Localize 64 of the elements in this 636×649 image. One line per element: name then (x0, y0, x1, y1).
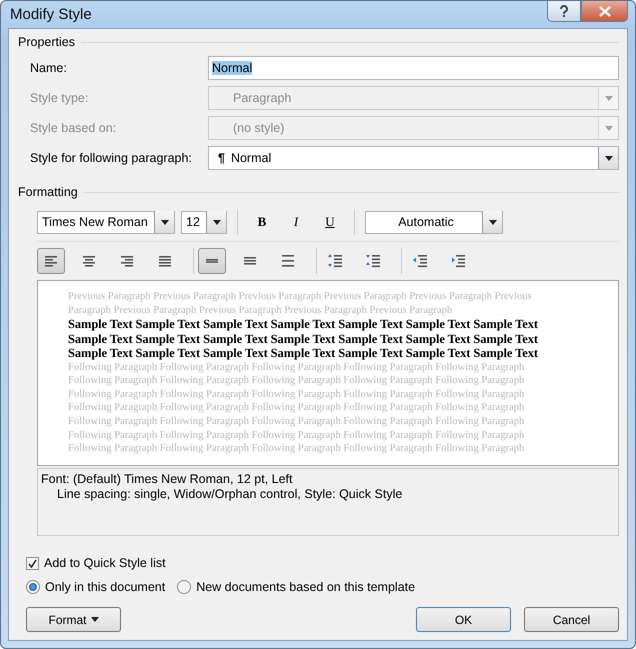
caret-icon (604, 96, 612, 100)
preview-text: Following Paragraph Following Paragraph Following Paragraph Following Paragraph Following Paragraph (68, 388, 526, 402)
close-button[interactable] (581, 1, 628, 22)
cancel-button[interactable]: Cancel (524, 607, 619, 632)
caret-icon (488, 220, 496, 224)
radio-button[interactable] (177, 580, 192, 594)
field-label: Style type: (30, 91, 90, 105)
radio-button[interactable] (26, 580, 40, 594)
double-icon (282, 255, 294, 267)
format-button[interactable]: Format (26, 607, 121, 632)
bold-button[interactable]: B (248, 209, 276, 235)
preview-text: Paragraph Previous Paragraph Previous Paragraph Previous Paragraph Previous Paragraph (68, 304, 454, 318)
single-icon (206, 259, 218, 263)
caret-icon (604, 156, 612, 160)
section-heading: Formatting (18, 185, 78, 199)
input-field[interactable]: Normal (208, 56, 619, 80)
justify-icon (158, 254, 172, 268)
preview-text: Following Paragraph Following Paragraph Following Paragraph Following Paragraph Following Paragraph (68, 428, 526, 442)
radio-label: New documents based on this template (196, 580, 416, 594)
description-text: Line spacing: single, Widow/Orphan control, Style: Quick Style (56, 487, 404, 502)
increase-indent-icon (451, 254, 465, 268)
close-icon (598, 6, 610, 16)
center-icon (82, 254, 96, 268)
right-icon (120, 254, 134, 268)
radio-label: Only in this document (45, 580, 166, 594)
preview-text: Sample Text Sample Text Sample Text Sample Text Sample Text Sample Text Sample Text (68, 346, 539, 361)
ok-button[interactable]: OK (416, 607, 511, 632)
caret-icon (90, 617, 98, 622)
window-title: Modify Style (9, 6, 92, 23)
field-label: Style based on: (30, 121, 118, 135)
pilcrow-icon: ¶ (218, 151, 225, 165)
color-dropdown[interactable]: Automatic (365, 210, 503, 234)
line-spacing-button[interactable] (198, 248, 226, 274)
increase-spacing-icon (328, 254, 342, 268)
italic-button[interactable]: I (282, 209, 310, 235)
caret-icon (212, 220, 220, 224)
caret-icon (160, 220, 168, 224)
decrease-spacing-icon (366, 254, 380, 268)
preview-text: Previous Paragraph Previous Paragraph Previous Paragraph Previous Paragraph Previous Paragraph Previous (68, 290, 533, 304)
field-label: Style for following paragraph: (30, 151, 193, 165)
checkbox-label: Add to Quick Style list (44, 556, 166, 570)
description-text: Font: (Default) Times New Roman, 12 pt, Left (41, 472, 294, 487)
help-button[interactable] (547, 1, 581, 22)
preview-text: Following Paragraph Following Paragraph Following Paragraph Following Paragraph Following Paragraph (68, 360, 526, 374)
decrease-indent-icon (413, 254, 427, 268)
font-dropdown[interactable]: Times New Roman (37, 210, 175, 234)
preview-text: Sample Text Sample Text Sample Text Sample Text Sample Text Sample Text Sample Text (68, 317, 539, 332)
size-dropdown[interactable]: 12 (181, 210, 227, 234)
help-icon (559, 4, 569, 18)
underline-button[interactable]: U (316, 209, 344, 235)
preview-text: Following Paragraph Following Paragraph Following Paragraph Following Paragraph Following Paragraph (68, 415, 526, 429)
dropdown-field[interactable]: ¶ Normal (208, 146, 619, 170)
onehalf-icon (244, 257, 256, 265)
section-heading: Properties (18, 35, 75, 49)
check-icon (28, 558, 37, 568)
preview-text: Following Paragraph Following Paragraph Following Paragraph Following Paragraph Following Paragraph (68, 374, 526, 388)
left-icon (44, 254, 58, 268)
align-button[interactable] (37, 248, 65, 274)
preview-text: Sample Text Sample Text Sample Text Sample Text Sample Text Sample Text Sample Text (68, 332, 539, 346)
preview-text: Following Paragraph Following Paragraph Following Paragraph Following Paragraph Following Paragraph (68, 401, 526, 416)
preview-text: Following Paragraph Following Paragraph Following Paragraph Following Paragraph Following Paragraph (68, 442, 526, 456)
checkbox[interactable] (26, 556, 39, 570)
field-label: Name: (30, 61, 68, 75)
caret-icon (604, 126, 612, 130)
